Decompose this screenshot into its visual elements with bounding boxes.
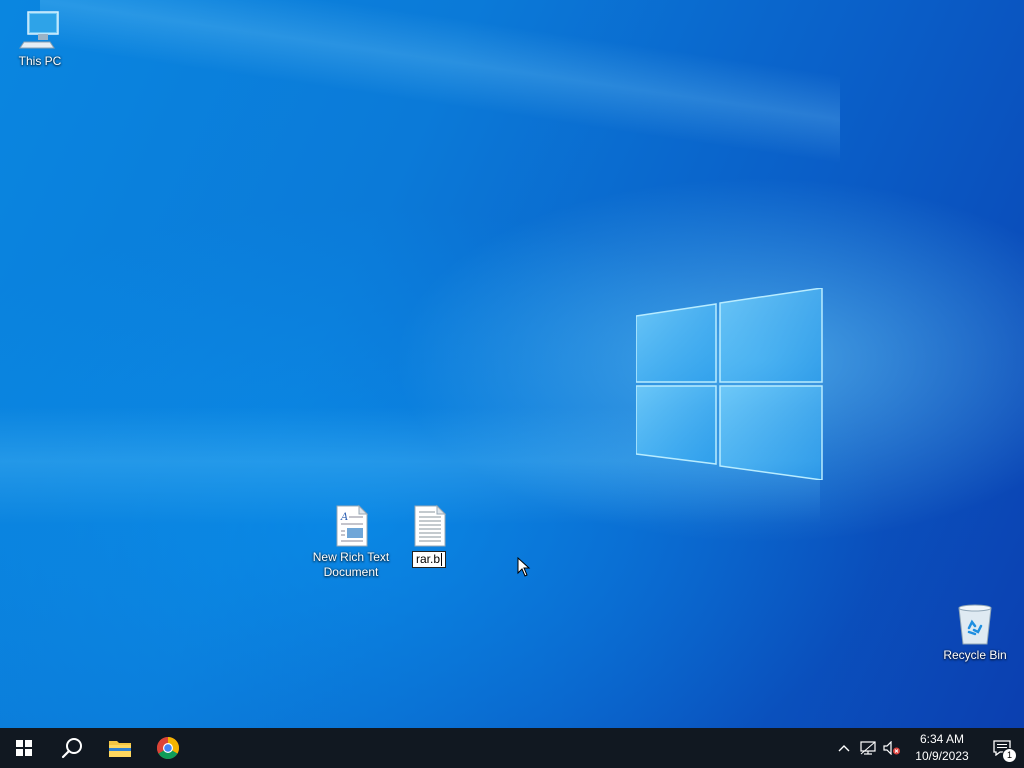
windows-logo [636,288,823,480]
taskbar: 6:34 AM 10/9/2023 1 [0,728,1024,768]
taskbar-chrome[interactable] [144,728,192,768]
desktop[interactable]: This PC A New Rich Text Document rar.b R… [0,0,1024,728]
clock[interactable]: 6:34 AM 10/9/2023 [904,728,980,768]
taskbar-file-explorer[interactable] [96,728,144,768]
rename-input[interactable]: rar.b [411,551,446,568]
svg-text:A: A [340,512,348,523]
desktop-icon-label: New Rich Text Document [312,550,390,579]
desktop-icon-new-rich-text-document[interactable]: A New Rich Text Document [311,504,391,580]
desktop-icon-this-pc[interactable]: This PC [0,8,80,69]
system-tray: 6:34 AM 10/9/2023 1 [832,728,1024,768]
search-icon [61,738,82,759]
desktop-icon-label: This PC [18,54,62,68]
chrome-icon [157,737,179,759]
desktop-icon-recycle-bin[interactable]: Recycle Bin [935,602,1015,663]
start-button[interactable] [0,728,48,768]
show-hidden-icons-button[interactable] [832,728,856,768]
desktop-icon-label: Recycle Bin [943,648,1007,662]
chevron-up-icon [838,745,850,752]
network-icon [860,741,876,755]
mouse-cursor-icon [517,557,531,577]
text-document-icon [407,504,451,548]
rename-input-text: rar.b [415,552,440,566]
rich-text-document-icon: A [329,504,373,548]
volume-muted-icon [883,741,900,755]
volume-button[interactable] [880,728,904,768]
file-explorer-icon [109,741,131,757]
clock-time: 6:34 AM [919,732,965,746]
notification-count-badge: 1 [1002,748,1017,763]
recycle-bin-icon [953,602,997,646]
clock-date: 10/9/2023 [915,749,969,763]
windows-start-icon [16,740,32,756]
text-caret [441,553,442,566]
desktop-icon-rar-b[interactable]: rar.b [389,504,469,568]
search-button[interactable] [48,728,96,768]
computer-icon [18,8,62,52]
action-center-button[interactable]: 1 [980,728,1024,768]
network-button[interactable] [856,728,880,768]
